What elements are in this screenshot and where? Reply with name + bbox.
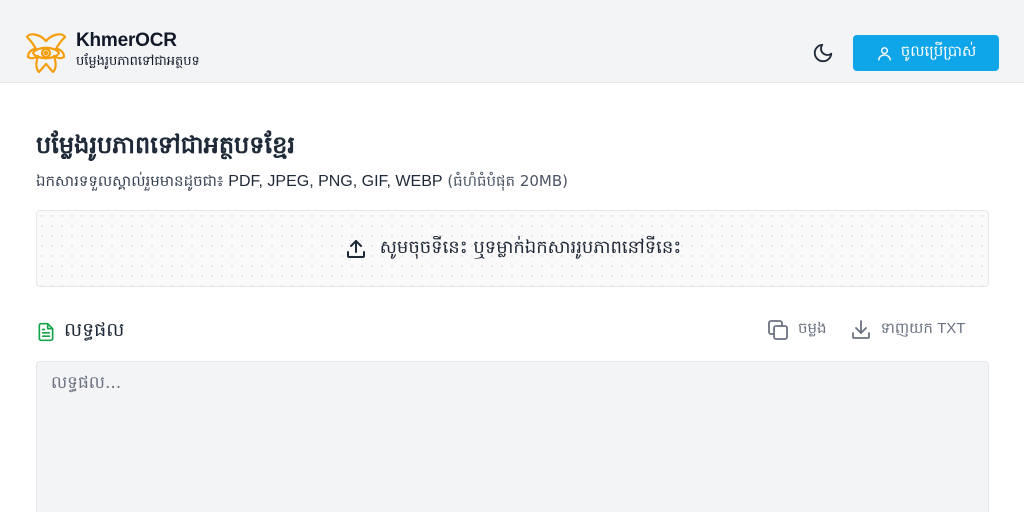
upload-dropzone[interactable]: សូមចុចទីនេះ ឬទម្លាក់ឯកសាររូបភាពនៅទីនេះ xyxy=(36,210,989,287)
copy-button[interactable]: ចម្លង xyxy=(766,318,827,342)
copy-icon xyxy=(768,320,788,340)
app-tagline: បម្លែងរូបភាពទៅជាអត្ថបទ xyxy=(76,54,200,69)
login-button[interactable]: ចូលប្រើប្រាស់ xyxy=(853,35,999,71)
eye-logo-icon xyxy=(25,33,67,74)
result-actions: ចម្លង ទាញយក TXT xyxy=(766,318,965,342)
subtitle-prefix: ឯកសារទទួលស្គាល់រួមមានដូចជា៖ xyxy=(36,172,229,190)
theme-toggle-button[interactable] xyxy=(808,38,838,68)
download-label: ទាញយក TXT xyxy=(880,320,966,337)
login-label: ចូលប្រើប្រាស់ xyxy=(900,42,977,60)
document-icon xyxy=(38,322,54,342)
brand[interactable]: KhmerOCR បម្លែងរូបភាពទៅជាអត្ថបទ xyxy=(25,30,200,75)
app-header: KhmerOCR បម្លែងរូបភាពទៅជាអត្ថបទ ចូលប្រើប… xyxy=(0,0,1024,83)
page-title: បម្លែងរូបភាពទៅជាអត្ថបទខ្មែរ xyxy=(36,131,295,159)
app-name: KhmerOCR xyxy=(76,30,177,51)
download-txt-button[interactable]: ទាញយក TXT xyxy=(849,318,966,342)
page-subtitle: ឯកសារទទួលស្គាល់រួមមានដូចជា៖ PDF, JPEG, P… xyxy=(36,170,568,193)
supported-formats: PDF, JPEG, PNG, GIF, WEBP xyxy=(228,173,443,190)
user-icon xyxy=(877,46,891,61)
download-icon xyxy=(851,320,870,339)
copy-label: ចម្លង xyxy=(798,319,827,337)
size-limit: (ធំហំធំបំផុត 20MB) xyxy=(442,172,568,190)
result-header: លទ្ធផល xyxy=(36,318,124,346)
dropzone-label: សូមចុចទីនេះ ឬទម្លាក់ឯកសាររូបភាពនៅទីនេះ xyxy=(379,237,682,258)
moon-icon xyxy=(813,43,833,63)
result-output[interactable] xyxy=(36,361,989,512)
upload-icon xyxy=(346,239,365,258)
result-title: លទ្ធផល xyxy=(64,319,125,341)
